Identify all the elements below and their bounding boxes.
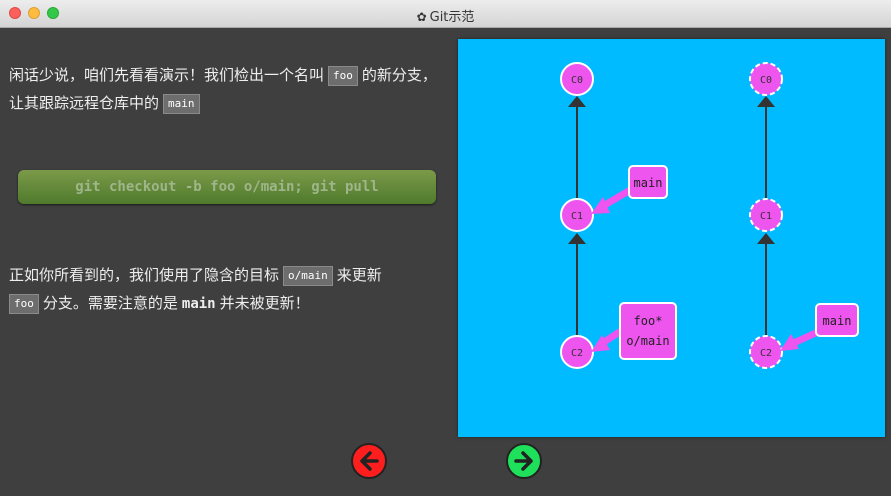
- code-foo: foo: [328, 66, 358, 86]
- arrowhead: [568, 233, 586, 244]
- intro-text-1: 闲话少说，咱们先看看演示！我们检出一个名叫: [9, 66, 325, 84]
- outro-text-3: 分支。需要注意的是: [42, 294, 178, 312]
- arrowhead: [757, 233, 775, 244]
- back-button[interactable]: [351, 443, 387, 479]
- local-branch-foo-o-main[interactable]: foo* o/main: [591, 302, 677, 360]
- git-visualization: C0 C1 C2 C0 C1 C2 main foo* o/main main: [458, 39, 885, 437]
- arrowhead: [568, 96, 586, 107]
- window-title-text: Git示范: [429, 10, 475, 25]
- remote-branch-main[interactable]: main: [780, 303, 859, 351]
- commit-label: C2: [760, 348, 772, 359]
- intro-paragraph: 闲话少说，咱们先看看演示！我们检出一个名叫 foo 的新分支，让其跟踪远程仓库中的 m…: [9, 61, 449, 117]
- outro-paragraph: 正如你所看到的，我们使用了隐含的目标 o/main 来更新 foo 分支。需要注意的是 m…: [9, 261, 449, 318]
- outro-text-4: 并未被更新！: [219, 294, 310, 312]
- git-graph: C0 C1 C2 C0 C1 C2 main foo* o/main main: [560, 62, 859, 369]
- arrowhead: [757, 96, 775, 107]
- local-commit-c1[interactable]: C1: [560, 198, 594, 232]
- local-commit-c0[interactable]: C0: [560, 62, 594, 96]
- forward-button[interactable]: [506, 443, 542, 479]
- local-branch-main[interactable]: main: [591, 165, 668, 214]
- remote-commit-c1[interactable]: C1: [749, 198, 783, 232]
- code-main: main: [163, 94, 200, 114]
- arrow-left-icon: [360, 451, 379, 471]
- commit-label: C0: [571, 75, 583, 86]
- branch-label-foo: foo*: [634, 314, 663, 328]
- code-foo: foo: [9, 294, 39, 314]
- branch-label: main: [823, 314, 852, 328]
- commit-label: C0: [760, 75, 772, 86]
- branch-label-o-main: o/main: [626, 334, 669, 348]
- gear-icon: ✿: [416, 10, 427, 24]
- commit-label: C1: [760, 211, 772, 222]
- local-commit-c2[interactable]: C2: [560, 335, 594, 369]
- bold-main: main: [181, 296, 216, 312]
- remote-commit-c0[interactable]: C0: [749, 62, 783, 96]
- outro-text-1: 正如你所看到的，我们使用了隐含的目标: [9, 266, 280, 284]
- command-button[interactable]: git checkout -b foo o/main; git pull: [18, 170, 436, 204]
- commit-label: C1: [571, 211, 583, 222]
- commit-label: C2: [571, 348, 583, 359]
- arrow-right-icon: [514, 451, 533, 471]
- code-o-main: o/main: [283, 266, 333, 286]
- window-title: ✿ Git示范: [0, 6, 891, 25]
- title-bar: ✿ Git示范: [0, 0, 891, 28]
- branch-label: main: [634, 176, 663, 190]
- remote-commit-c2[interactable]: C2: [749, 335, 783, 369]
- outro-text-2: 来更新: [336, 266, 382, 284]
